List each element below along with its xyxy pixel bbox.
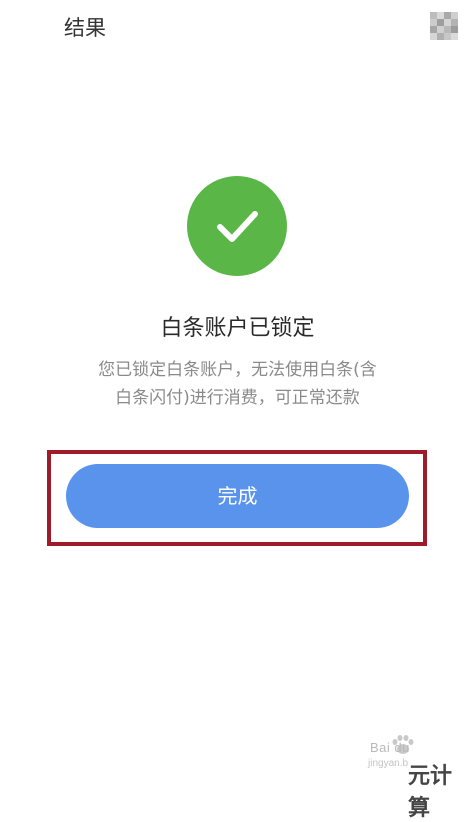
description-line-2: 白条闪付)进行消费，可正常还款: [115, 388, 360, 408]
watermark-site: 元计算: [408, 764, 453, 821]
watermark-brand: Bai du: [370, 740, 410, 755]
header-bar: 结果: [0, 0, 475, 56]
result-description: 您已锁定白条账户，无法使用白条(含 白条闪付)进行消费，可正常还款: [82, 356, 393, 412]
watermark-sub: jingyan.b: [368, 758, 409, 769]
watermark: Bai du jingyan.b 元计算: [362, 732, 472, 821]
done-button[interactable]: 完成: [66, 464, 409, 528]
description-line-1: 您已锁定白条账户，无法使用白条(含: [98, 360, 377, 380]
page-title: 结果: [64, 16, 106, 40]
blurred-menu-icon[interactable]: [430, 12, 458, 40]
result-title: 白条账户已锁定: [160, 316, 315, 341]
success-checkmark-icon: [187, 176, 287, 276]
